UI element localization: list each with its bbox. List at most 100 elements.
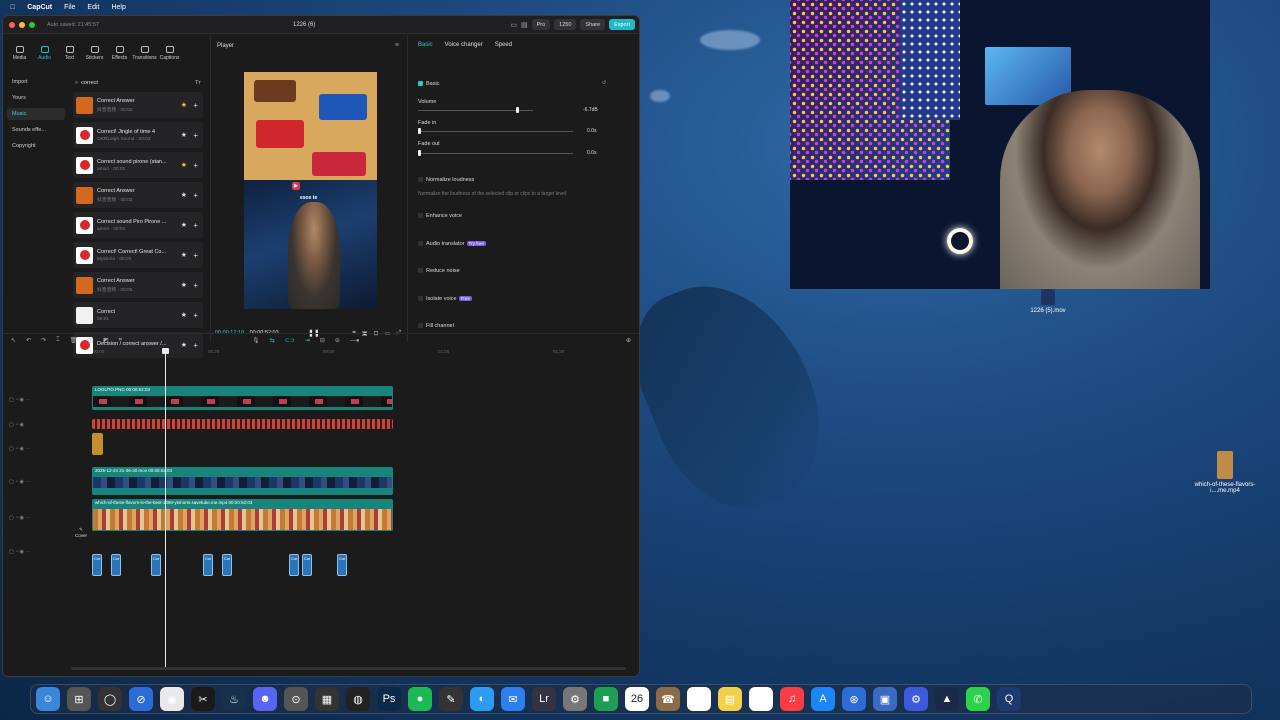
video-preview[interactable]: ▶ esos te bbox=[244, 72, 377, 309]
add-icon[interactable]: + bbox=[193, 131, 198, 140]
sound-item[interactable]: Correct sound pirone (stan... amori · 00:… bbox=[73, 152, 203, 178]
translator-checkbox[interactable] bbox=[418, 241, 423, 247]
export-button[interactable]: Export bbox=[609, 19, 635, 30]
crop-tl-icon[interactable]: ⌗ bbox=[119, 337, 122, 344]
link-icon[interactable]: ⇆ bbox=[270, 337, 275, 344]
dock-appstore-icon[interactable]: A bbox=[811, 687, 835, 711]
shortcut-icon[interactable]: ▤ bbox=[521, 21, 528, 29]
dock-lightroom-icon[interactable]: Lr bbox=[532, 687, 556, 711]
sidebar-item-sound-effects[interactable]: Sounds effe... bbox=[7, 124, 65, 136]
fill-row[interactable]: Fill channel bbox=[418, 323, 454, 329]
sound-clip[interactable]: Cor bbox=[222, 554, 232, 576]
favorite-icon[interactable]: ★ bbox=[181, 221, 187, 229]
dock-calendar-icon[interactable]: 26 bbox=[625, 687, 649, 711]
menu-help[interactable]: Help bbox=[111, 4, 125, 11]
dock-freeform-icon[interactable]: ∿ bbox=[749, 687, 773, 711]
playhead[interactable] bbox=[162, 348, 169, 668]
add-icon[interactable]: + bbox=[193, 191, 198, 200]
favorite-icon[interactable]: ★ bbox=[181, 101, 187, 109]
volume-value[interactable]: -6.7dB bbox=[583, 107, 598, 113]
tab-text[interactable]: Text bbox=[57, 35, 82, 71]
cover-button[interactable]: ✎ Cover bbox=[72, 527, 90, 541]
magnet-icon[interactable]: ⊂⊃ bbox=[285, 337, 295, 344]
favorite-icon[interactable]: ★ bbox=[181, 131, 187, 139]
dock-photoshop-icon[interactable]: Ps bbox=[377, 687, 401, 711]
preview-axis-icon[interactable]: ⊟ bbox=[320, 337, 325, 344]
dock-launchpad-icon[interactable]: ⊞ bbox=[67, 687, 91, 711]
redo-icon[interactable]: ↷ bbox=[41, 337, 46, 344]
favorite-icon[interactable]: ★ bbox=[181, 191, 187, 199]
track-controls[interactable]: ▢ ◔ ◉ bbox=[9, 422, 24, 428]
sound-item[interactable]: Correct Answer 抖音音频 · 00:02 ★ + bbox=[73, 92, 203, 118]
sound-item[interactable]: Correct sound Piro Pirone ... amori · 00:… bbox=[73, 212, 203, 238]
sound-clip[interactable]: Cor bbox=[302, 554, 312, 576]
tab-media[interactable]: Media bbox=[7, 35, 32, 71]
delete-icon[interactable]: 🗑 bbox=[70, 337, 78, 344]
sound-clip[interactable]: Cor bbox=[111, 554, 121, 576]
tab-stickers[interactable]: Stickers bbox=[82, 35, 107, 71]
freeze-icon[interactable]: ◫ bbox=[87, 337, 93, 344]
dock-safari-icon[interactable]: ⊘ bbox=[129, 687, 153, 711]
add-icon[interactable]: + bbox=[193, 251, 198, 260]
track-controls[interactable]: ▢ ◔ ◉ ⋯ bbox=[9, 479, 30, 485]
small-audio-clip[interactable] bbox=[92, 433, 103, 455]
zoom-slider[interactable]: —● bbox=[350, 338, 360, 344]
sidebar-item-yours[interactable]: Yours bbox=[7, 92, 65, 104]
volume-knob[interactable] bbox=[516, 107, 519, 113]
fill-checkbox[interactable] bbox=[418, 323, 423, 329]
undo-icon[interactable]: ↶ bbox=[26, 337, 31, 344]
track-controls[interactable]: ▢ ◔ ◉ ⋯ bbox=[9, 515, 30, 521]
tab-effects[interactable]: Effects bbox=[107, 35, 132, 71]
track-controls[interactable]: ▢ ◔ ◉ ⋯ bbox=[9, 446, 30, 452]
add-icon[interactable]: + bbox=[193, 101, 198, 110]
zoom-out-icon[interactable]: ⊖ bbox=[335, 337, 340, 344]
dock-steam-icon[interactable]: ♨ bbox=[222, 687, 246, 711]
basic-section[interactable]: Basic bbox=[418, 81, 439, 87]
reduce-row[interactable]: Reduce noise bbox=[418, 268, 460, 274]
search-input[interactable]: correct bbox=[81, 80, 98, 86]
dock-finder-icon[interactable]: ☺ bbox=[36, 687, 60, 711]
favorite-icon[interactable]: ★ bbox=[181, 281, 187, 289]
normalize-row[interactable]: Normalize loudness bbox=[418, 177, 474, 183]
layout-icon[interactable]: ▭ bbox=[510, 21, 517, 29]
dock-obs-studio-icon[interactable]: ◍ bbox=[346, 687, 370, 711]
dock-spotify-icon[interactable]: ● bbox=[408, 687, 432, 711]
add-icon[interactable]: + bbox=[193, 161, 198, 170]
enhance-checkbox[interactable] bbox=[418, 213, 423, 219]
dock-contacts-icon[interactable]: ☎ bbox=[656, 687, 680, 711]
sound-clip[interactable]: Cor bbox=[92, 554, 102, 576]
fadeout-knob[interactable] bbox=[418, 150, 421, 156]
share-button[interactable]: Share bbox=[580, 19, 606, 30]
fadein-knob[interactable] bbox=[418, 128, 421, 134]
tab-captions[interactable]: Captions bbox=[157, 35, 182, 71]
pro-button[interactable]: Pro bbox=[531, 19, 551, 30]
language-toggle[interactable]: Tт bbox=[195, 80, 201, 86]
sound-item[interactable]: Correct Answer 抖音音频 · 00:02 ★ + bbox=[73, 182, 203, 208]
snap-icon[interactable]: ⇥ bbox=[305, 337, 310, 344]
tab-transitions[interactable]: Transitions bbox=[132, 35, 157, 71]
dock-siri-icon[interactable]: ◯ bbox=[98, 687, 122, 711]
close-icon[interactable] bbox=[9, 21, 15, 28]
dock-preview-icon[interactable]: ▣ bbox=[873, 687, 897, 711]
fadein-value[interactable]: 0.0s bbox=[587, 128, 596, 134]
reset-icon[interactable]: ↺ bbox=[602, 80, 606, 86]
reduce-checkbox[interactable] bbox=[418, 268, 423, 274]
sound-clip[interactable]: Cor bbox=[151, 554, 161, 576]
sound-item[interactable]: Correct 00:01 ★ + bbox=[73, 302, 203, 328]
dock-messages-icon[interactable]: ◐ bbox=[470, 687, 494, 711]
mic-icon[interactable]: 🎙 bbox=[252, 337, 260, 344]
track-controls[interactable]: ▢ ◔ ◉ ⋯ bbox=[9, 549, 30, 555]
volume-slider[interactable] bbox=[418, 107, 533, 113]
maximize-icon[interactable] bbox=[29, 21, 35, 28]
translator-row[interactable]: Audio translator Try free bbox=[418, 241, 486, 247]
basic-checkbox[interactable] bbox=[418, 81, 423, 87]
dock-safari-2-icon[interactable]: ⊛ bbox=[842, 687, 866, 711]
tab-voice-changer[interactable]: Voice changer bbox=[445, 42, 483, 48]
add-icon[interactable]: + bbox=[193, 311, 198, 320]
dock-obs-icon[interactable]: ⊙ bbox=[284, 687, 308, 711]
isolate-checkbox[interactable] bbox=[418, 296, 423, 302]
dock-phone-icon[interactable]: ✆ bbox=[966, 687, 990, 711]
add-icon[interactable]: + bbox=[193, 281, 198, 290]
favorite-icon[interactable]: ★ bbox=[181, 251, 187, 259]
sound-clip[interactable]: Cor bbox=[337, 554, 347, 576]
